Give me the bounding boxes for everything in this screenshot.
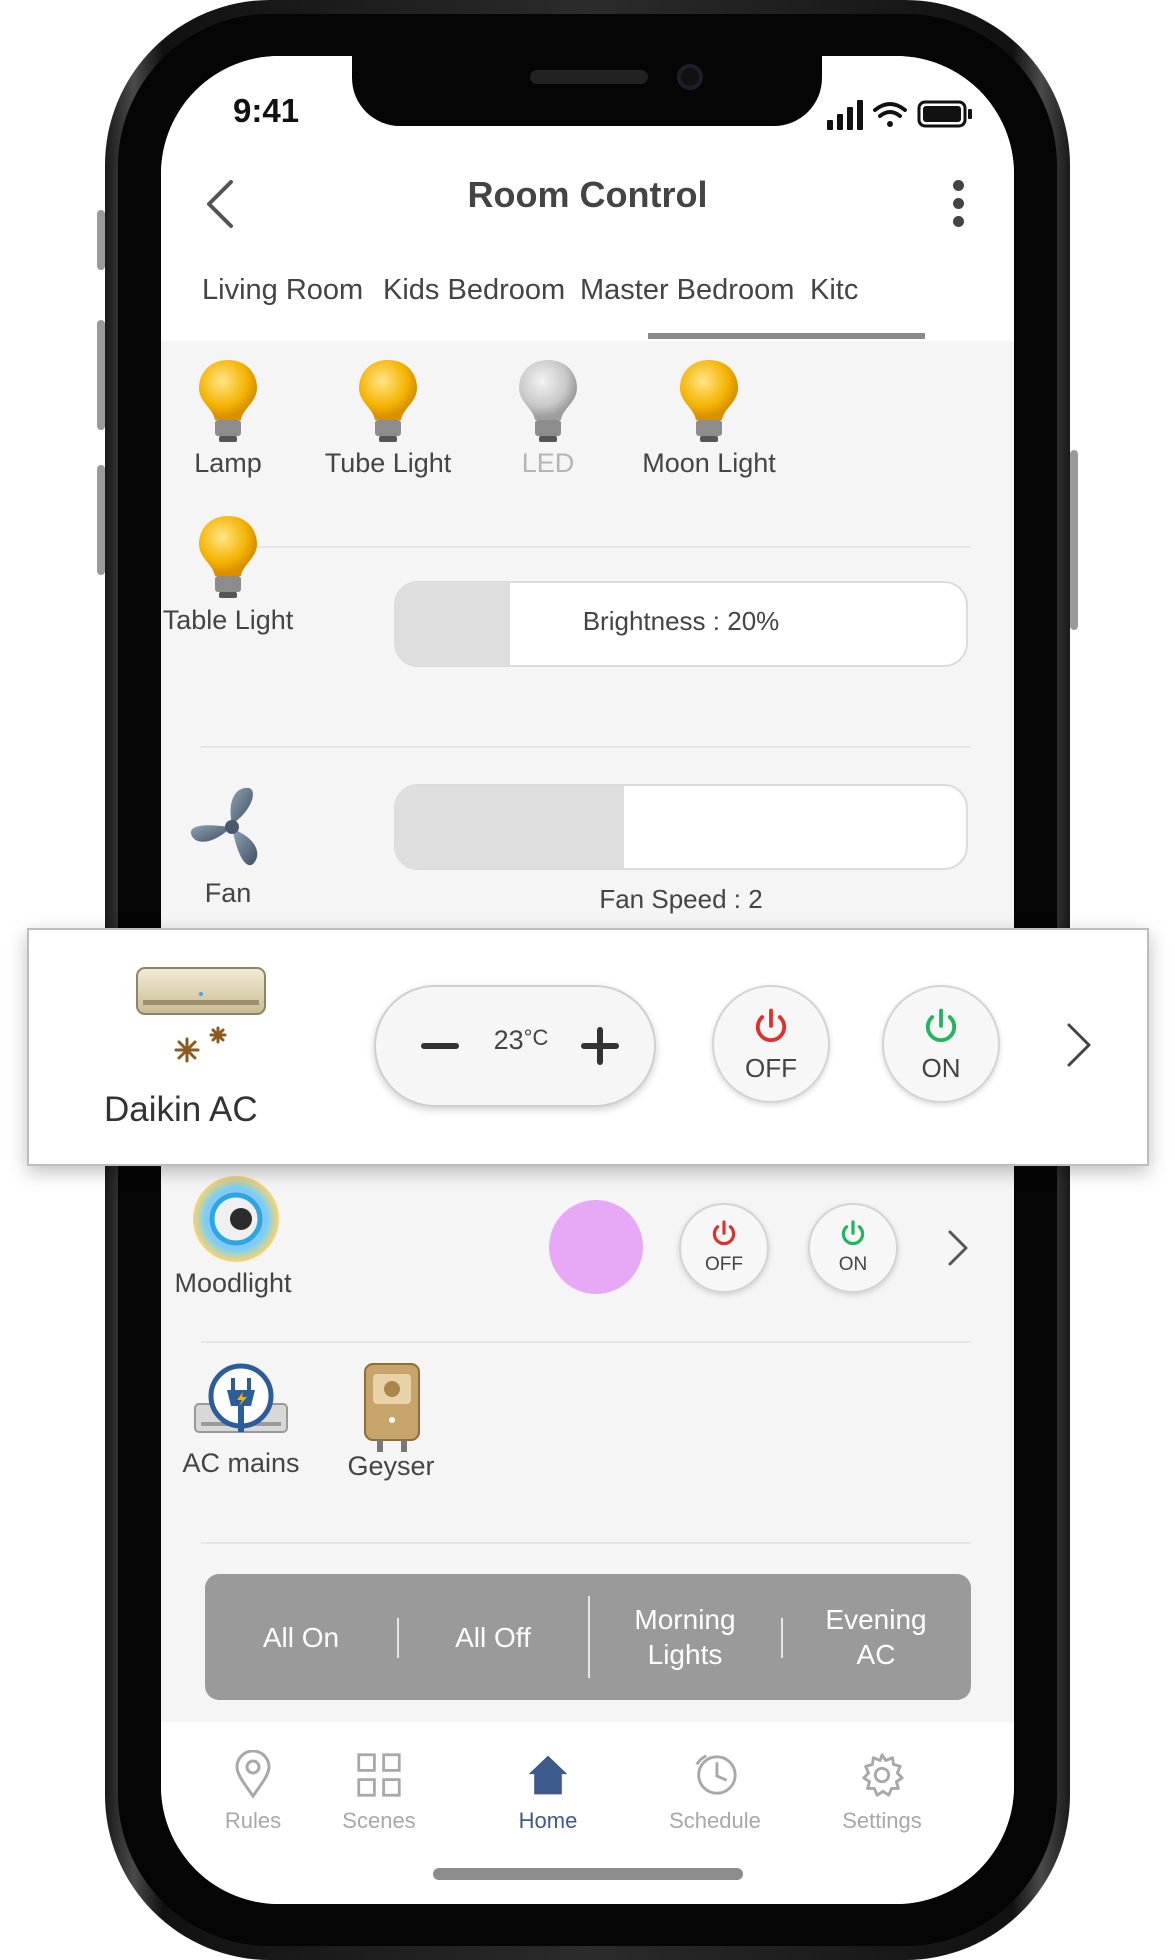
grid-icon bbox=[357, 1753, 401, 1797]
scene-all-off-button[interactable]: All Off bbox=[397, 1574, 589, 1700]
minus-icon[interactable] bbox=[416, 1022, 464, 1070]
nav-schedule[interactable]: Schedule bbox=[645, 1750, 785, 1834]
nav-settings[interactable]: Settings bbox=[812, 1750, 952, 1834]
tab-kitchen[interactable]: Kitc bbox=[810, 274, 858, 307]
on-label: ON bbox=[838, 1254, 868, 1275]
silent-switch bbox=[97, 210, 105, 270]
fan-icon bbox=[190, 787, 258, 866]
off-label: OFF bbox=[705, 1254, 743, 1275]
clock-icon bbox=[695, 1754, 737, 1795]
geyser-icon bbox=[364, 1363, 420, 1452]
tab-living-room[interactable]: Living Room bbox=[202, 274, 363, 307]
plug-icon bbox=[194, 1363, 288, 1433]
tab-kids-bedroom[interactable]: Kids Bedroom bbox=[383, 274, 565, 307]
scene-morning-lights-button[interactable]: Morning Lights bbox=[589, 1574, 781, 1700]
front-camera bbox=[677, 64, 703, 90]
tab-master-bedroom[interactable]: Master Bedroom bbox=[580, 274, 794, 307]
nav-label: Settings bbox=[842, 1808, 922, 1833]
device-label: Table Light bbox=[162, 605, 294, 635]
power-off-icon bbox=[712, 1220, 736, 1246]
scene-label: Lights bbox=[647, 1639, 723, 1670]
temperature-value: 23°C bbox=[476, 1025, 566, 1056]
device-label: Geyser bbox=[347, 1451, 435, 1481]
power-on-icon bbox=[841, 1220, 865, 1246]
ac-on-button[interactable]: ON bbox=[882, 985, 1000, 1103]
bulb-on-icon bbox=[199, 516, 257, 598]
chevron-right-icon[interactable] bbox=[946, 1228, 970, 1268]
scene-bar: All On All Off Morning Lights Evening AC bbox=[205, 1574, 971, 1700]
chevron-right-icon[interactable] bbox=[1064, 1020, 1094, 1070]
power-off-icon bbox=[755, 1008, 787, 1043]
power-on-icon bbox=[925, 1008, 957, 1043]
on-label: ON bbox=[921, 1053, 961, 1083]
scene-label: AC bbox=[856, 1639, 896, 1670]
device-label: Moodlight bbox=[174, 1268, 292, 1298]
page-title: Room Control bbox=[467, 174, 708, 215]
nav-home[interactable]: Home bbox=[478, 1750, 618, 1834]
active-tab-indicator bbox=[648, 333, 925, 339]
location-pin-icon bbox=[235, 1750, 271, 1799]
status-icons bbox=[827, 100, 972, 130]
nav-label: Scenes bbox=[342, 1808, 416, 1833]
nav-label: Rules bbox=[224, 1808, 282, 1833]
divider bbox=[201, 746, 971, 748]
bulb-on-icon bbox=[199, 360, 257, 442]
scene-all-on-button[interactable]: All On bbox=[205, 1574, 397, 1700]
scene-label: Morning bbox=[634, 1604, 736, 1635]
moodlight-icon bbox=[193, 1176, 279, 1262]
nav-label: Schedule bbox=[669, 1808, 761, 1833]
nav-rules[interactable]: Rules bbox=[183, 1750, 323, 1834]
volume-down-button bbox=[97, 465, 105, 575]
home-icon bbox=[528, 1755, 568, 1795]
device-label: Fan bbox=[204, 878, 252, 908]
temperature-unit: °C bbox=[523, 1025, 549, 1050]
home-indicator bbox=[433, 1868, 743, 1880]
bulb-off-icon bbox=[519, 360, 577, 442]
gear-icon bbox=[862, 1753, 904, 1797]
off-label: OFF bbox=[745, 1053, 797, 1083]
divider bbox=[201, 1341, 971, 1343]
divider bbox=[201, 546, 971, 548]
battery-icon bbox=[917, 100, 972, 128]
plus-icon[interactable] bbox=[576, 1022, 624, 1070]
bulb-on-icon bbox=[359, 360, 417, 442]
scene-label: Evening bbox=[825, 1604, 927, 1635]
earpiece-speaker bbox=[530, 70, 648, 84]
scene-evening-ac-button[interactable]: Evening AC bbox=[781, 1574, 971, 1700]
status-time: 9:41 bbox=[233, 92, 300, 129]
wifi-icon bbox=[873, 102, 907, 127]
scene-label: All On bbox=[262, 1621, 340, 1653]
scene-label: All Off bbox=[455, 1621, 531, 1653]
volume-up-button bbox=[97, 320, 105, 430]
nav-label: Home bbox=[518, 1808, 578, 1833]
brightness-caption: Brightness : 20% bbox=[582, 606, 780, 636]
more-options-icon[interactable] bbox=[951, 180, 965, 228]
moodlight-on-button[interactable]: ON bbox=[808, 1203, 898, 1293]
fan-speed-slider-fill bbox=[396, 786, 624, 868]
ac-name: Daikin AC bbox=[104, 1090, 258, 1129]
nav-scenes[interactable]: Scenes bbox=[309, 1750, 449, 1834]
fan-speed-slider[interactable] bbox=[394, 784, 968, 870]
snowflake-icon bbox=[174, 1026, 227, 1063]
fan-speed-caption: Fan Speed : 2 bbox=[599, 884, 763, 914]
moodlight-color-swatch[interactable] bbox=[549, 1200, 643, 1294]
bulb-on-icon bbox=[680, 360, 738, 442]
phone-notch bbox=[352, 56, 822, 126]
signal-icon bbox=[827, 100, 863, 130]
power-button bbox=[1070, 450, 1078, 630]
divider bbox=[201, 1542, 971, 1544]
temperature-number: 23 bbox=[493, 1025, 524, 1055]
ac-control-card: Daikin AC 23°C OFF ON bbox=[27, 928, 1149, 1166]
temperature-control: 23°C bbox=[374, 985, 656, 1107]
air-conditioner-icon bbox=[136, 967, 266, 1063]
moodlight-off-button[interactable]: OFF bbox=[679, 1203, 769, 1293]
device-label: Moon Light bbox=[642, 448, 776, 478]
ac-off-button[interactable]: OFF bbox=[712, 985, 830, 1103]
